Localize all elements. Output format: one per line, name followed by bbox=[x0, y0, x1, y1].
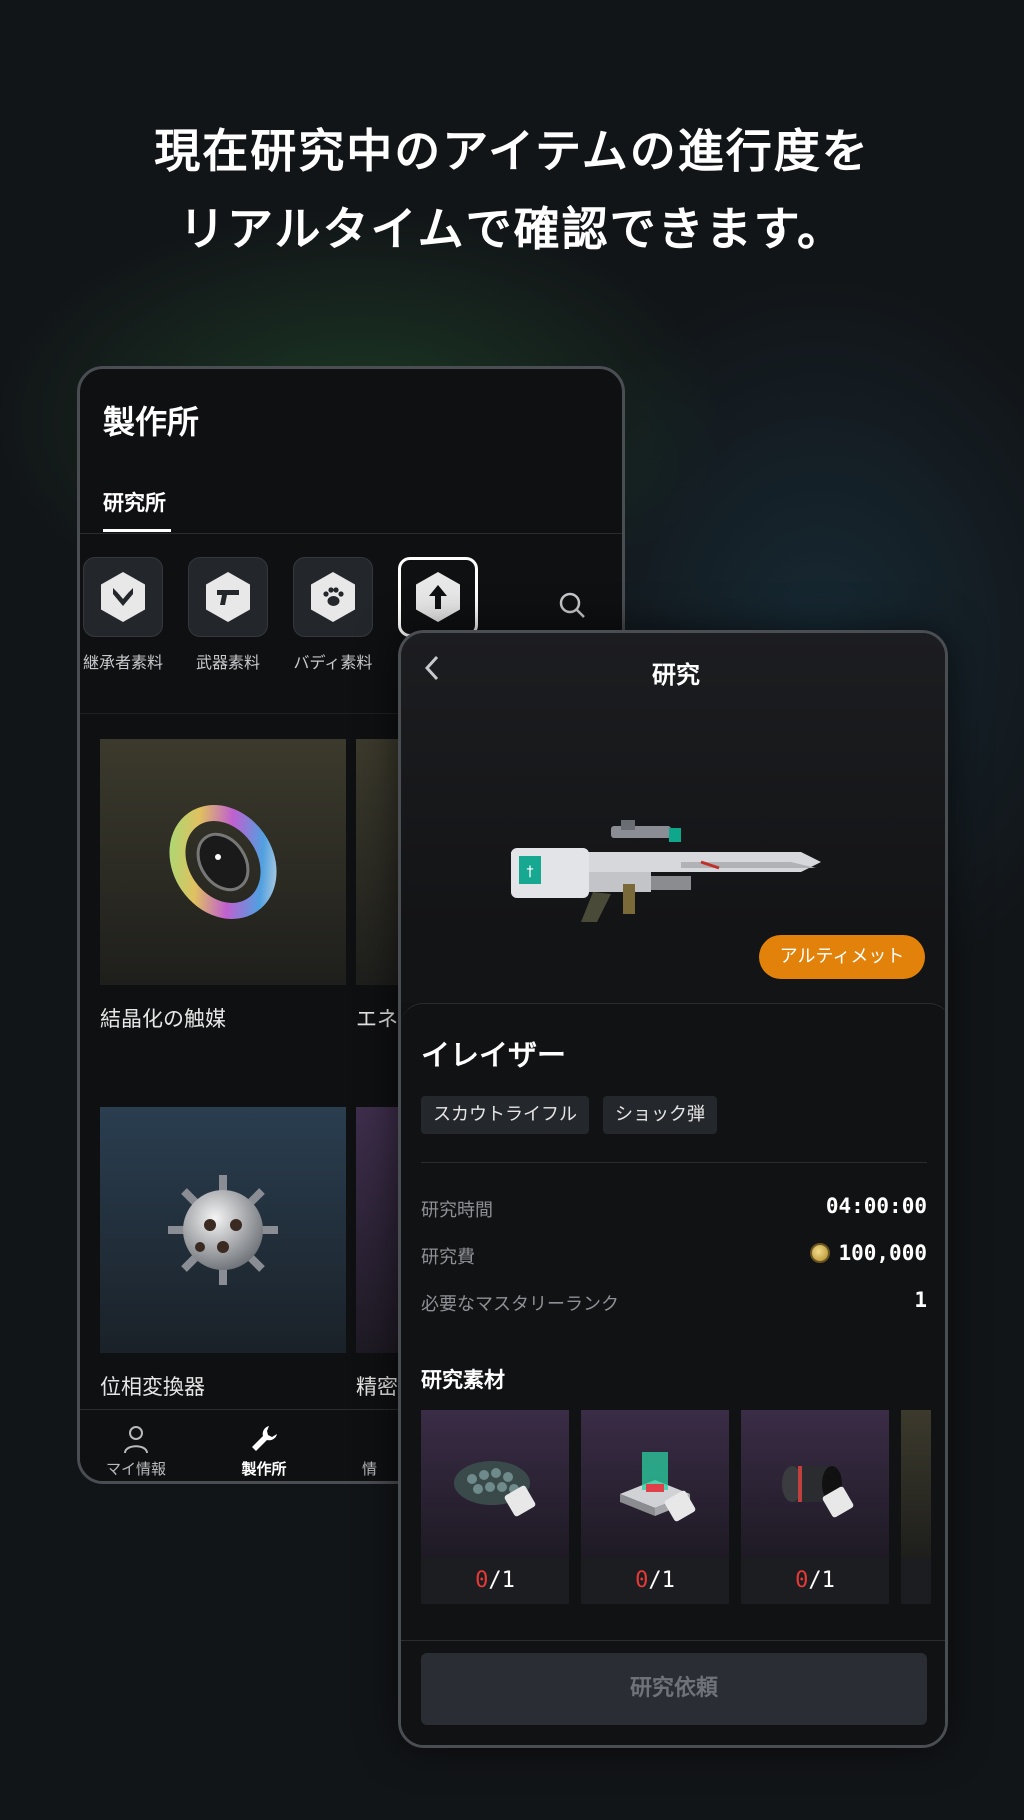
material-count: 0/1 bbox=[635, 1568, 675, 1593]
material-slot[interactable]: 0/1 bbox=[741, 1410, 889, 1604]
catalyst-ring-image bbox=[169, 805, 277, 919]
tab-divider bbox=[80, 533, 622, 534]
material-count: 0/1 bbox=[475, 1568, 515, 1593]
stat-value-wrap: 100,000 bbox=[810, 1241, 927, 1265]
action-bar: 研究依頼 bbox=[401, 1640, 945, 1745]
cylinder-part-image bbox=[782, 1466, 854, 1518]
cost-amount: 100,000 bbox=[838, 1241, 927, 1265]
stat-value: 1 bbox=[914, 1288, 927, 1312]
detail-sheet: イレイザー スカウトライフル ショック弾 研究時間 04:00:00 研究費 1… bbox=[401, 1003, 945, 1745]
descendant-icon bbox=[101, 572, 145, 622]
item-name: イレイザー bbox=[421, 1038, 567, 1072]
stat-label: 必要なマスタリーランク bbox=[421, 1294, 619, 1315]
material-slot[interactable]: 0/1 bbox=[421, 1410, 569, 1604]
nav-label: マイ情報 bbox=[105, 1460, 166, 1478]
category-weapon[interactable]: 武器素料 bbox=[187, 557, 269, 673]
headline-line-2: リアルタイムで確認できます。 bbox=[178, 202, 846, 256]
tag-ammo-type: ショック弾 bbox=[603, 1096, 717, 1134]
headline-line-1: 現在研究中のアイテムの進行度を bbox=[154, 124, 870, 178]
item-image bbox=[100, 1107, 346, 1353]
promo-headline: 現在研究中のアイテムの進行度を リアルタイムで確認できます。 bbox=[0, 112, 1024, 268]
emitter-image bbox=[620, 1452, 696, 1522]
item-card[interactable]: 結晶化の触媒 bbox=[100, 739, 346, 1033]
material-slot[interactable]: 0/1 bbox=[581, 1410, 729, 1604]
upgrade-arrow-icon bbox=[416, 572, 460, 622]
nav-workshop[interactable]: 製作所 bbox=[204, 1420, 324, 1479]
wrench-icon bbox=[252, 1426, 277, 1451]
category-label: バディ素料 bbox=[293, 653, 373, 672]
user-icon bbox=[124, 1426, 148, 1454]
stat-label: 研究時間 bbox=[421, 1200, 493, 1221]
stat-research-cost: 研究費 100,000 bbox=[421, 1241, 927, 1271]
tab-research-lab[interactable]: 研究所 bbox=[103, 487, 166, 517]
nav-info[interactable]: 情 bbox=[332, 1420, 392, 1479]
paw-icon bbox=[311, 572, 355, 622]
category-label: 継承者素料 bbox=[82, 653, 163, 672]
tab-active-indicator bbox=[103, 529, 171, 532]
search-icon[interactable] bbox=[558, 591, 586, 619]
divider bbox=[421, 1162, 927, 1163]
category-label: 武器素料 bbox=[195, 653, 260, 672]
screen-title: 研究 bbox=[652, 661, 700, 689]
stat-mastery-rank: 必要なマスタリーランク 1 bbox=[421, 1288, 927, 1318]
stat-research-time: 研究時間 04:00:00 bbox=[421, 1194, 927, 1224]
category-upgrade[interactable] bbox=[397, 557, 479, 637]
grade-badge: アルティメット bbox=[759, 935, 925, 979]
hex-mesh-image bbox=[454, 1461, 536, 1517]
stat-label: 研究費 bbox=[421, 1247, 475, 1268]
material-count: 0/1 bbox=[795, 1568, 835, 1593]
material-slot-partial[interactable] bbox=[901, 1410, 931, 1604]
tag-weapon-type: スカウトライフル bbox=[421, 1096, 589, 1134]
phase-converter-image bbox=[168, 1175, 278, 1285]
item-image bbox=[100, 739, 346, 985]
item-name: 結晶化の触媒 bbox=[100, 1007, 226, 1031]
page-title: 製作所 bbox=[103, 403, 200, 441]
item-name: 位相変換器 bbox=[100, 1375, 205, 1399]
nav-label: 情 bbox=[362, 1460, 378, 1478]
nav-my-info[interactable]: マイ情報 bbox=[80, 1420, 196, 1479]
materials-title: 研究素材 bbox=[421, 1368, 505, 1392]
category-buddy[interactable]: バディ素料 bbox=[292, 557, 374, 673]
category-descendant[interactable]: 継承者素料 bbox=[82, 557, 164, 673]
pistol-icon bbox=[206, 572, 250, 622]
item-card[interactable]: 位相変換器 bbox=[100, 1107, 346, 1401]
coin-icon bbox=[810, 1243, 831, 1263]
material-image bbox=[581, 1410, 729, 1558]
item-hero: 研究 † アルティメット bbox=[401, 633, 945, 1003]
nav-label: 製作所 bbox=[241, 1460, 287, 1478]
stat-value: 04:00:00 bbox=[825, 1194, 927, 1218]
material-image bbox=[421, 1410, 569, 1558]
svg-text:†: † bbox=[527, 864, 534, 880]
rifle-image: † bbox=[511, 820, 821, 922]
research-detail-screen: 研究 † アルティメット イレイザー スカウトライフル ショック弾 研究時間 0… bbox=[398, 630, 948, 1748]
material-image bbox=[741, 1410, 889, 1558]
research-request-button[interactable]: 研究依頼 bbox=[421, 1653, 927, 1725]
